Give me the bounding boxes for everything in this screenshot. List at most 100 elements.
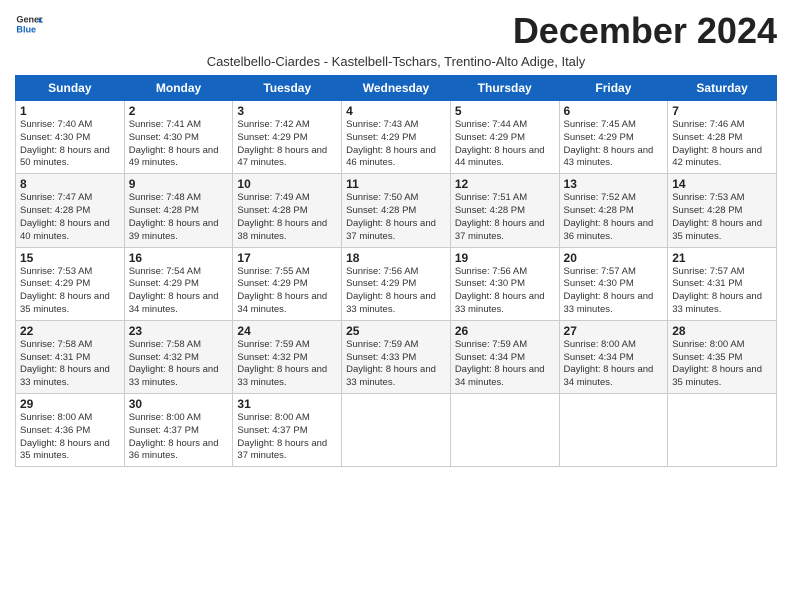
day-number: 23 bbox=[129, 324, 229, 338]
day-number: 25 bbox=[346, 324, 446, 338]
calendar-cell: 8Sunrise: 7:47 AMSunset: 4:28 PMDaylight… bbox=[16, 174, 125, 247]
day-info: Sunrise: 7:49 AMSunset: 4:28 PMDaylight:… bbox=[237, 192, 337, 243]
month-title: December 2024 bbox=[513, 10, 777, 52]
calendar-cell: 19Sunrise: 7:56 AMSunset: 4:30 PMDayligh… bbox=[450, 247, 559, 320]
weekday-header-thursday: Thursday bbox=[450, 76, 559, 101]
day-info: Sunrise: 7:43 AMSunset: 4:29 PMDaylight:… bbox=[346, 119, 446, 170]
calendar-cell: 13Sunrise: 7:52 AMSunset: 4:28 PMDayligh… bbox=[559, 174, 668, 247]
day-number: 6 bbox=[564, 104, 664, 118]
day-number: 13 bbox=[564, 177, 664, 191]
calendar-cell: 21Sunrise: 7:57 AMSunset: 4:31 PMDayligh… bbox=[668, 247, 777, 320]
svg-text:Blue: Blue bbox=[16, 24, 36, 34]
calendar-cell: 22Sunrise: 7:58 AMSunset: 4:31 PMDayligh… bbox=[16, 320, 125, 393]
day-number: 9 bbox=[129, 177, 229, 191]
calendar-cell: 16Sunrise: 7:54 AMSunset: 4:29 PMDayligh… bbox=[124, 247, 233, 320]
calendar-cell: 26Sunrise: 7:59 AMSunset: 4:34 PMDayligh… bbox=[450, 320, 559, 393]
day-info: Sunrise: 7:47 AMSunset: 4:28 PMDaylight:… bbox=[20, 192, 120, 243]
calendar-cell bbox=[559, 394, 668, 467]
day-info: Sunrise: 7:50 AMSunset: 4:28 PMDaylight:… bbox=[346, 192, 446, 243]
day-number: 10 bbox=[237, 177, 337, 191]
day-info: Sunrise: 7:53 AMSunset: 4:28 PMDaylight:… bbox=[672, 192, 772, 243]
calendar-cell: 4Sunrise: 7:43 AMSunset: 4:29 PMDaylight… bbox=[342, 101, 451, 174]
day-number: 27 bbox=[564, 324, 664, 338]
calendar-cell bbox=[342, 394, 451, 467]
day-info: Sunrise: 7:45 AMSunset: 4:29 PMDaylight:… bbox=[564, 119, 664, 170]
day-number: 29 bbox=[20, 397, 120, 411]
day-info: Sunrise: 7:59 AMSunset: 4:34 PMDaylight:… bbox=[455, 339, 555, 390]
calendar-cell: 5Sunrise: 7:44 AMSunset: 4:29 PMDaylight… bbox=[450, 101, 559, 174]
day-number: 5 bbox=[455, 104, 555, 118]
calendar-cell: 29Sunrise: 8:00 AMSunset: 4:36 PMDayligh… bbox=[16, 394, 125, 467]
day-info: Sunrise: 7:56 AMSunset: 4:29 PMDaylight:… bbox=[346, 266, 446, 317]
weekday-header-monday: Monday bbox=[124, 76, 233, 101]
calendar-cell: 28Sunrise: 8:00 AMSunset: 4:35 PMDayligh… bbox=[668, 320, 777, 393]
day-info: Sunrise: 7:59 AMSunset: 4:33 PMDaylight:… bbox=[346, 339, 446, 390]
calendar-cell: 30Sunrise: 8:00 AMSunset: 4:37 PMDayligh… bbox=[124, 394, 233, 467]
calendar-cell: 3Sunrise: 7:42 AMSunset: 4:29 PMDaylight… bbox=[233, 101, 342, 174]
day-number: 31 bbox=[237, 397, 337, 411]
day-info: Sunrise: 7:54 AMSunset: 4:29 PMDaylight:… bbox=[129, 266, 229, 317]
day-info: Sunrise: 7:55 AMSunset: 4:29 PMDaylight:… bbox=[237, 266, 337, 317]
day-number: 18 bbox=[346, 251, 446, 265]
calendar-cell: 1Sunrise: 7:40 AMSunset: 4:30 PMDaylight… bbox=[16, 101, 125, 174]
day-info: Sunrise: 7:48 AMSunset: 4:28 PMDaylight:… bbox=[129, 192, 229, 243]
day-number: 12 bbox=[455, 177, 555, 191]
calendar-cell: 11Sunrise: 7:50 AMSunset: 4:28 PMDayligh… bbox=[342, 174, 451, 247]
calendar-cell bbox=[668, 394, 777, 467]
day-info: Sunrise: 7:58 AMSunset: 4:31 PMDaylight:… bbox=[20, 339, 120, 390]
weekday-header-sunday: Sunday bbox=[16, 76, 125, 101]
day-number: 3 bbox=[237, 104, 337, 118]
day-number: 22 bbox=[20, 324, 120, 338]
day-number: 11 bbox=[346, 177, 446, 191]
calendar-cell: 25Sunrise: 7:59 AMSunset: 4:33 PMDayligh… bbox=[342, 320, 451, 393]
day-info: Sunrise: 7:40 AMSunset: 4:30 PMDaylight:… bbox=[20, 119, 120, 170]
subtitle: Castelbello-Ciardes - Kastelbell-Tschars… bbox=[15, 54, 777, 69]
calendar-cell: 18Sunrise: 7:56 AMSunset: 4:29 PMDayligh… bbox=[342, 247, 451, 320]
day-info: Sunrise: 8:00 AMSunset: 4:35 PMDaylight:… bbox=[672, 339, 772, 390]
day-info: Sunrise: 7:57 AMSunset: 4:30 PMDaylight:… bbox=[564, 266, 664, 317]
day-info: Sunrise: 8:00 AMSunset: 4:37 PMDaylight:… bbox=[237, 412, 337, 463]
day-number: 7 bbox=[672, 104, 772, 118]
calendar-cell: 12Sunrise: 7:51 AMSunset: 4:28 PMDayligh… bbox=[450, 174, 559, 247]
weekday-header-friday: Friday bbox=[559, 76, 668, 101]
day-info: Sunrise: 8:00 AMSunset: 4:36 PMDaylight:… bbox=[20, 412, 120, 463]
day-number: 16 bbox=[129, 251, 229, 265]
calendar-table: SundayMondayTuesdayWednesdayThursdayFrid… bbox=[15, 75, 777, 467]
calendar-cell: 7Sunrise: 7:46 AMSunset: 4:28 PMDaylight… bbox=[668, 101, 777, 174]
calendar-cell: 14Sunrise: 7:53 AMSunset: 4:28 PMDayligh… bbox=[668, 174, 777, 247]
day-number: 14 bbox=[672, 177, 772, 191]
header: General Blue December 2024 bbox=[15, 10, 777, 52]
calendar-cell: 24Sunrise: 7:59 AMSunset: 4:32 PMDayligh… bbox=[233, 320, 342, 393]
calendar-cell: 20Sunrise: 7:57 AMSunset: 4:30 PMDayligh… bbox=[559, 247, 668, 320]
calendar-cell: 23Sunrise: 7:58 AMSunset: 4:32 PMDayligh… bbox=[124, 320, 233, 393]
day-info: Sunrise: 7:56 AMSunset: 4:30 PMDaylight:… bbox=[455, 266, 555, 317]
logo: General Blue bbox=[15, 10, 43, 38]
day-info: Sunrise: 7:44 AMSunset: 4:29 PMDaylight:… bbox=[455, 119, 555, 170]
day-number: 20 bbox=[564, 251, 664, 265]
calendar-cell: 31Sunrise: 8:00 AMSunset: 4:37 PMDayligh… bbox=[233, 394, 342, 467]
day-info: Sunrise: 8:00 AMSunset: 4:37 PMDaylight:… bbox=[129, 412, 229, 463]
day-number: 30 bbox=[129, 397, 229, 411]
day-info: Sunrise: 7:41 AMSunset: 4:30 PMDaylight:… bbox=[129, 119, 229, 170]
calendar-cell: 10Sunrise: 7:49 AMSunset: 4:28 PMDayligh… bbox=[233, 174, 342, 247]
weekday-header-wednesday: Wednesday bbox=[342, 76, 451, 101]
day-info: Sunrise: 7:42 AMSunset: 4:29 PMDaylight:… bbox=[237, 119, 337, 170]
calendar-cell bbox=[450, 394, 559, 467]
day-info: Sunrise: 7:46 AMSunset: 4:28 PMDaylight:… bbox=[672, 119, 772, 170]
day-info: Sunrise: 8:00 AMSunset: 4:34 PMDaylight:… bbox=[564, 339, 664, 390]
calendar-cell: 17Sunrise: 7:55 AMSunset: 4:29 PMDayligh… bbox=[233, 247, 342, 320]
day-number: 2 bbox=[129, 104, 229, 118]
calendar-cell: 15Sunrise: 7:53 AMSunset: 4:29 PMDayligh… bbox=[16, 247, 125, 320]
calendar-cell: 27Sunrise: 8:00 AMSunset: 4:34 PMDayligh… bbox=[559, 320, 668, 393]
day-number: 15 bbox=[20, 251, 120, 265]
day-number: 19 bbox=[455, 251, 555, 265]
day-number: 4 bbox=[346, 104, 446, 118]
calendar-cell: 2Sunrise: 7:41 AMSunset: 4:30 PMDaylight… bbox=[124, 101, 233, 174]
day-info: Sunrise: 7:58 AMSunset: 4:32 PMDaylight:… bbox=[129, 339, 229, 390]
weekday-header-saturday: Saturday bbox=[668, 76, 777, 101]
day-info: Sunrise: 7:59 AMSunset: 4:32 PMDaylight:… bbox=[237, 339, 337, 390]
day-info: Sunrise: 7:53 AMSunset: 4:29 PMDaylight:… bbox=[20, 266, 120, 317]
logo-icon: General Blue bbox=[15, 10, 43, 38]
calendar-cell: 9Sunrise: 7:48 AMSunset: 4:28 PMDaylight… bbox=[124, 174, 233, 247]
day-number: 8 bbox=[20, 177, 120, 191]
